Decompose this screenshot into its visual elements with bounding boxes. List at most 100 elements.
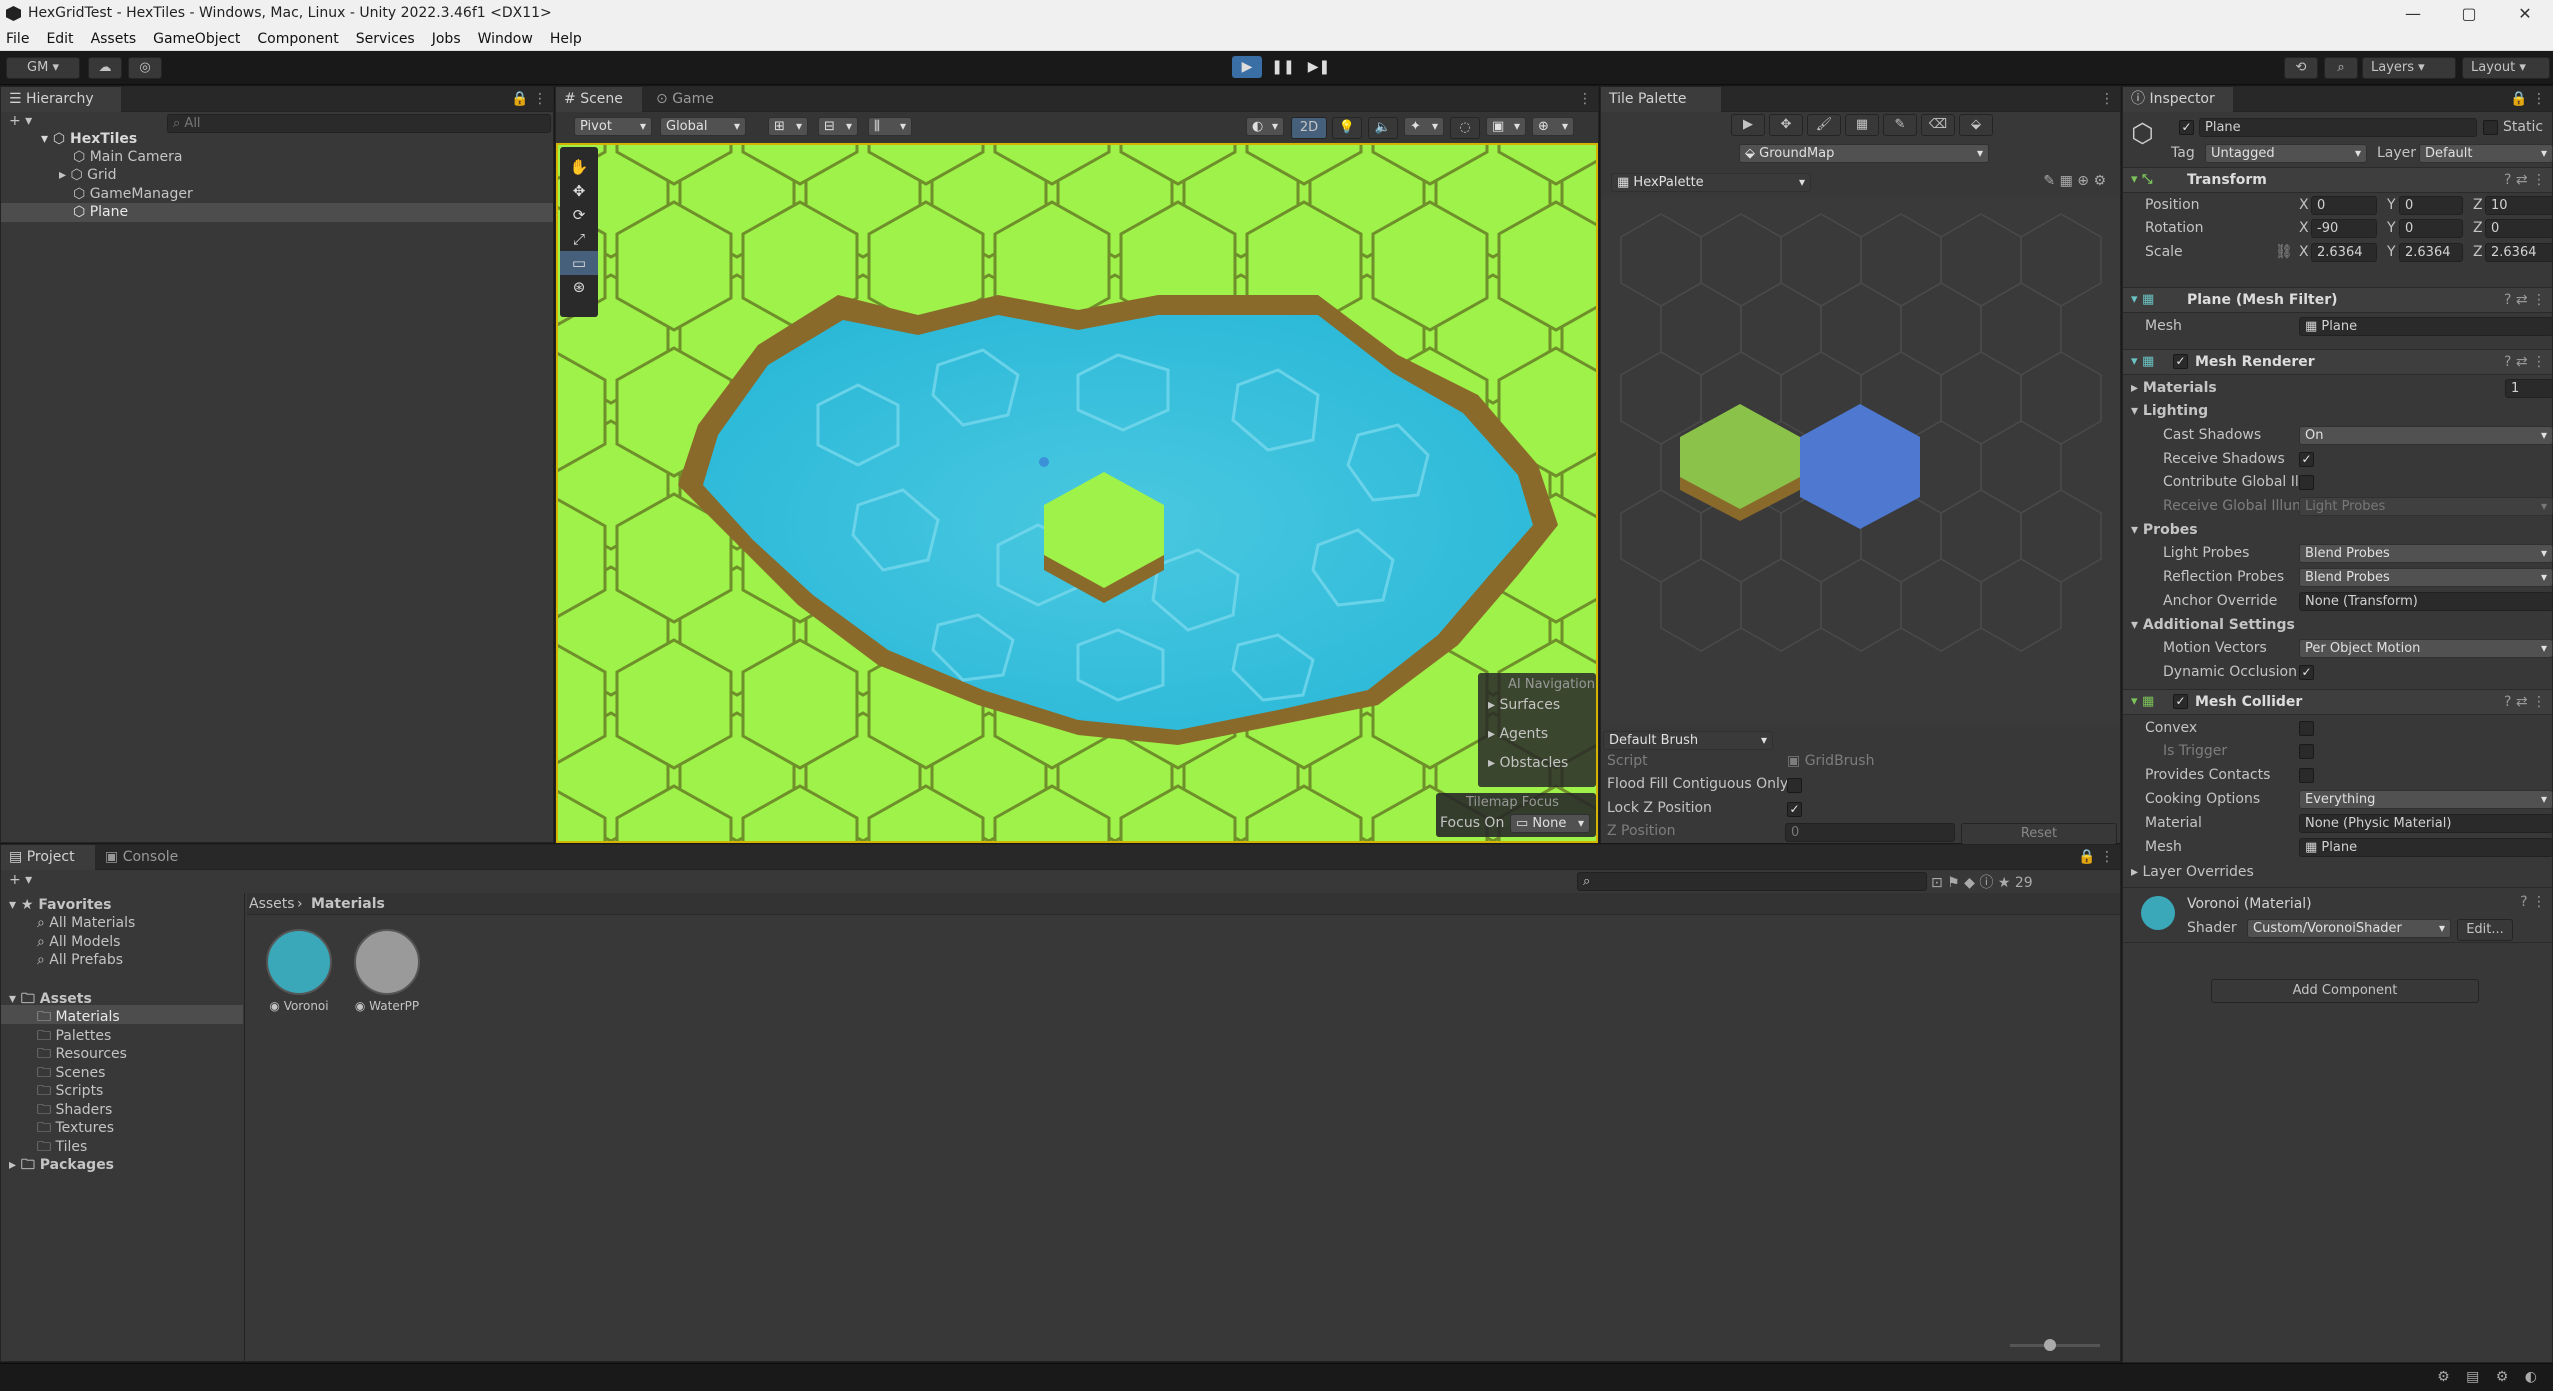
snap-increment-icon[interactable]: ⊟	[818, 117, 858, 136]
pick-tool-icon[interactable]: ✎	[1883, 114, 1917, 136]
tag-dropdown[interactable]: Untagged	[2205, 144, 2367, 163]
rotate-tool-icon[interactable]: ⟳	[560, 203, 598, 227]
history-icon[interactable]: ⟲	[2284, 57, 2318, 79]
flood-fill-checkbox[interactable]	[1787, 778, 1802, 793]
minimize-button[interactable]: —	[2385, 0, 2441, 27]
material-menu-icon[interactable]: ? ⋮	[2520, 894, 2546, 910]
lighting-icon[interactable]: 💡	[1332, 117, 1362, 139]
box-fill-tool-icon[interactable]: ▦	[1845, 114, 1879, 136]
menu-assets[interactable]: Assets	[91, 31, 137, 47]
mesh-renderer-header[interactable]: ▾ ▦ ✓ Mesh Renderer ? ⇄ ⋮	[2123, 349, 2552, 375]
materials-count-field[interactable]: 1	[2505, 379, 2553, 398]
camera-icon[interactable]: ▣	[1486, 117, 1526, 136]
additional-settings-foldout[interactable]: ▾ Additional Settings	[2131, 617, 2295, 633]
project-menu-icon[interactable]: 🔒 ⋮	[2078, 849, 2114, 865]
menu-services[interactable]: Services	[356, 31, 415, 47]
fav-all-prefabs[interactable]: ⌕ All Prefabs	[37, 952, 123, 968]
add-component-button[interactable]: Add Component	[2211, 979, 2479, 1003]
tile-palette-menu-icon[interactable]: ⋮	[2100, 91, 2114, 107]
z-position-field[interactable]: 0	[1785, 823, 1955, 842]
scale-link-icon[interactable]: ⛓	[2275, 244, 2293, 260]
mesh-renderer-enabled-checkbox[interactable]: ✓	[2173, 354, 2188, 369]
hierarchy-search-input[interactable]: ⌕ All	[167, 114, 551, 133]
project-search-input[interactable]: ⌕	[1577, 872, 1927, 891]
menu-jobs[interactable]: Jobs	[432, 31, 461, 47]
hierarchy-item-main-camera[interactable]: ⬡ Main Camera	[73, 149, 183, 165]
hierarchy-item-gamemanager[interactable]: ⬡ GameManager	[73, 186, 193, 202]
asset-voronoi[interactable]: ◉ Voronoi	[263, 929, 335, 1029]
palette-grid[interactable]	[1601, 197, 2120, 727]
fav-all-models[interactable]: ⌕ All Models	[37, 934, 120, 950]
collab-icon[interactable]: ◎	[128, 57, 162, 79]
search-icon[interactable]: ⌕	[2324, 57, 2358, 79]
component-menu-icon[interactable]: ? ⇄ ⋮	[2504, 354, 2546, 370]
focus-on-dropdown[interactable]: ▭ None	[1510, 814, 1590, 833]
component-menu-icon[interactable]: ? ⇄ ⋮	[2504, 694, 2546, 710]
panel-menu-icon[interactable]: 🔒 ⋮	[511, 91, 547, 107]
static-checkbox[interactable]	[2483, 120, 2498, 135]
tab-game[interactable]: ⊙ Game	[648, 87, 734, 112]
menu-gameobject[interactable]: GameObject	[153, 31, 240, 47]
contribute-gi-checkbox[interactable]	[2299, 475, 2314, 490]
favorites-folder[interactable]: ▾ ★ Favorites	[9, 897, 112, 913]
tab-inspector[interactable]: ⓘ Inspector	[2123, 87, 2233, 112]
convex-checkbox[interactable]	[2299, 721, 2314, 736]
brush-dropdown[interactable]: Default Brush	[1603, 731, 1773, 750]
breadcrumb-assets[interactable]: Assets	[249, 896, 295, 912]
transform-header[interactable]: ▾ ⤡ Transform ? ⇄ ⋮	[2123, 167, 2552, 193]
cast-shadows-dropdown[interactable]: On	[2299, 426, 2553, 445]
scale-z-field[interactable]: 2.6364	[2485, 243, 2553, 262]
scale-tool-icon[interactable]: ⤢	[560, 227, 598, 251]
menu-help[interactable]: Help	[550, 31, 582, 47]
ai-nav-obstacles[interactable]: ▸ Obstacles	[1488, 755, 1568, 771]
audio-icon[interactable]: 🔈	[1368, 117, 1398, 139]
maximize-button[interactable]: ▢	[2441, 0, 2497, 27]
is-trigger-checkbox[interactable]	[2299, 744, 2314, 759]
reset-button[interactable]: Reset	[1961, 823, 2117, 845]
active-tilemap-dropdown[interactable]: ⬙ GroundMap	[1739, 144, 1989, 163]
packages-folder[interactable]: ▸ 🗀 Packages	[9, 1154, 114, 1178]
rect-tool-icon[interactable]: ▭	[560, 251, 598, 275]
close-button[interactable]: ✕	[2497, 0, 2553, 27]
dynamic-occlusion-checkbox[interactable]: ✓	[2299, 665, 2314, 680]
fav-all-materials[interactable]: ⌕ All Materials	[37, 915, 135, 931]
lock-z-checkbox[interactable]: ✓	[1787, 802, 1802, 817]
project-filter-icons[interactable]: ⊡ ⚑ ◆ ⓘ ★ 29	[1931, 872, 2033, 892]
effects-icon[interactable]: ✦	[1404, 117, 1444, 136]
project-create-button[interactable]: + ▾	[9, 872, 32, 888]
ai-nav-surfaces[interactable]: ▸ Surfaces	[1488, 697, 1560, 713]
mesh-filter-header[interactable]: ▾ ▦ Plane (Mesh Filter) ? ⇄ ⋮	[2123, 287, 2552, 313]
component-menu-icon[interactable]: ? ⇄ ⋮	[2504, 172, 2546, 188]
mesh-collider-enabled-checkbox[interactable]: ✓	[2173, 694, 2188, 709]
inspector-menu-icon[interactable]: 🔒 ⋮	[2510, 91, 2546, 107]
hierarchy-item-plane[interactable]: ⬡ Plane	[73, 204, 128, 220]
tab-project[interactable]: ▤ Project	[1, 845, 95, 870]
motion-vectors-dropdown[interactable]: Per Object Motion	[2299, 639, 2553, 658]
palette-dropdown[interactable]: ▦ HexPalette	[1611, 173, 1811, 192]
gizmos-icon[interactable]: ⊕	[1532, 117, 1574, 136]
hidden-objects-icon[interactable]: ◌	[1450, 117, 1480, 139]
shader-dropdown[interactable]: Custom/VoronoiShader	[2247, 919, 2451, 938]
reflection-probes-dropdown[interactable]: Blend Probes	[2299, 568, 2553, 587]
palette-edit-icons[interactable]: ✎ ▦ ⊕ ⚙	[2043, 173, 2106, 189]
layer-dropdown[interactable]: Default	[2419, 144, 2553, 163]
toggle-2d-button[interactable]: 2D	[1291, 117, 1327, 139]
create-button[interactable]: + ▾	[9, 113, 32, 129]
scene-viewport[interactable]: ✋ ✥ ⟳ ⤢ ▭ ⊛ AI Navigation ▸ Surfaces ▸ A…	[556, 143, 1598, 843]
thumbnail-size-slider[interactable]	[2010, 1339, 2100, 1351]
menu-file[interactable]: File	[6, 31, 29, 47]
scale-y-field[interactable]: 2.6364	[2399, 243, 2463, 262]
pause-button[interactable]: ❚❚	[1268, 56, 1298, 78]
probes-foldout[interactable]: ▾ Probes	[2131, 522, 2198, 538]
object-name-field[interactable]: Plane	[2199, 118, 2477, 137]
play-button[interactable]: ▶	[1232, 56, 1262, 78]
collider-mesh-field[interactable]: ▦ Plane	[2299, 838, 2553, 857]
gizmo-snap-icon[interactable]: ⫼	[868, 117, 912, 136]
paint-tool-icon[interactable]: 🖌	[1807, 114, 1841, 136]
asset-waterpp[interactable]: ◉ WaterPP	[351, 929, 423, 1029]
menu-edit[interactable]: Edit	[46, 31, 73, 47]
mesh-field[interactable]: ▦ Plane	[2299, 317, 2553, 336]
account-dropdown[interactable]: GM ▾	[6, 57, 80, 79]
materials-foldout[interactable]: ▸ Materials	[2131, 380, 2217, 396]
position-y-field[interactable]: 0	[2399, 196, 2463, 215]
